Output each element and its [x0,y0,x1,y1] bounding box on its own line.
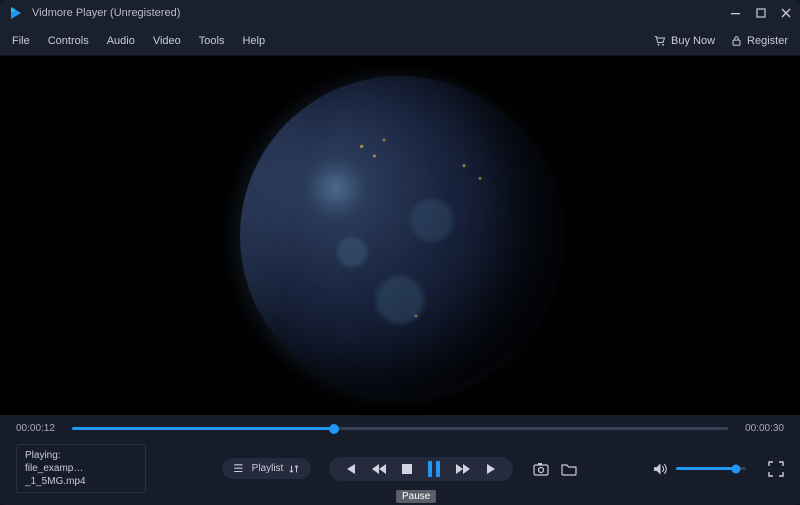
progress-row: 00:00:12 00:00:30 [0,415,800,438]
video-frame-earth [240,76,560,396]
register-button[interactable]: Register [731,35,788,47]
menu-help[interactable]: Help [242,35,265,47]
menu-left: File Controls Audio Video Tools Help [12,35,265,47]
close-button[interactable] [781,8,792,19]
fast-forward-button[interactable] [455,462,471,476]
app-window: Vidmore Player (Unregistered) File Contr… [0,0,800,505]
lock-icon [731,35,742,47]
menu-controls[interactable]: Controls [48,35,89,47]
current-time: 00:00:12 [16,423,62,434]
prev-track-button[interactable] [343,462,357,476]
snapshot-button[interactable] [533,462,549,476]
window-title: Vidmore Player (Unregistered) [32,7,731,19]
open-folder-button[interactable] [561,462,577,476]
maximize-button[interactable] [756,8,767,19]
stop-button[interactable] [401,463,413,475]
seek-fill [72,427,334,430]
next-track-button[interactable] [485,462,499,476]
buy-now-button[interactable]: Buy Now [654,35,715,47]
window-controls [731,8,792,19]
cart-icon [654,35,666,47]
menu-right: Buy Now Register [654,35,788,47]
menu-audio[interactable]: Audio [107,35,135,47]
rewind-button[interactable] [371,462,387,476]
menu-tools[interactable]: Tools [199,35,225,47]
now-playing-filename: file_examp…_1_5MG.mp4 [25,462,137,488]
volume-thumb[interactable] [731,464,740,473]
buy-now-label: Buy Now [671,35,715,47]
pause-tooltip: Pause [396,490,436,503]
now-playing-label: Playing: [25,449,137,462]
volume-slider[interactable] [676,467,746,470]
playlist-label: Playlist [252,463,284,474]
video-viewport[interactable] [0,56,800,415]
controls-row: Playing: file_examp…_1_5MG.mp4 Playlist [0,438,800,505]
fullscreen-button[interactable] [768,461,784,477]
sort-icon [289,464,299,474]
menu-file[interactable]: File [12,35,30,47]
now-playing-box: Playing: file_examp…_1_5MG.mp4 [16,444,146,493]
playlist-icon [234,464,246,474]
minimize-button[interactable] [731,8,742,19]
transport-controls [329,457,513,481]
playlist-button[interactable]: Playlist [222,458,312,479]
menu-video[interactable]: Video [153,35,181,47]
menubar: File Controls Audio Video Tools Help Buy… [0,26,800,56]
seek-slider[interactable] [72,427,728,430]
pause-button[interactable] [427,461,441,477]
seek-thumb[interactable] [329,424,339,434]
total-time: 00:00:30 [738,423,784,434]
volume-fill [676,467,736,470]
register-label: Register [747,35,788,47]
app-logo-icon [8,5,24,21]
volume-icon[interactable] [653,462,668,476]
titlebar[interactable]: Vidmore Player (Unregistered) [0,0,800,26]
volume-group [653,461,784,477]
extra-buttons [533,462,577,476]
